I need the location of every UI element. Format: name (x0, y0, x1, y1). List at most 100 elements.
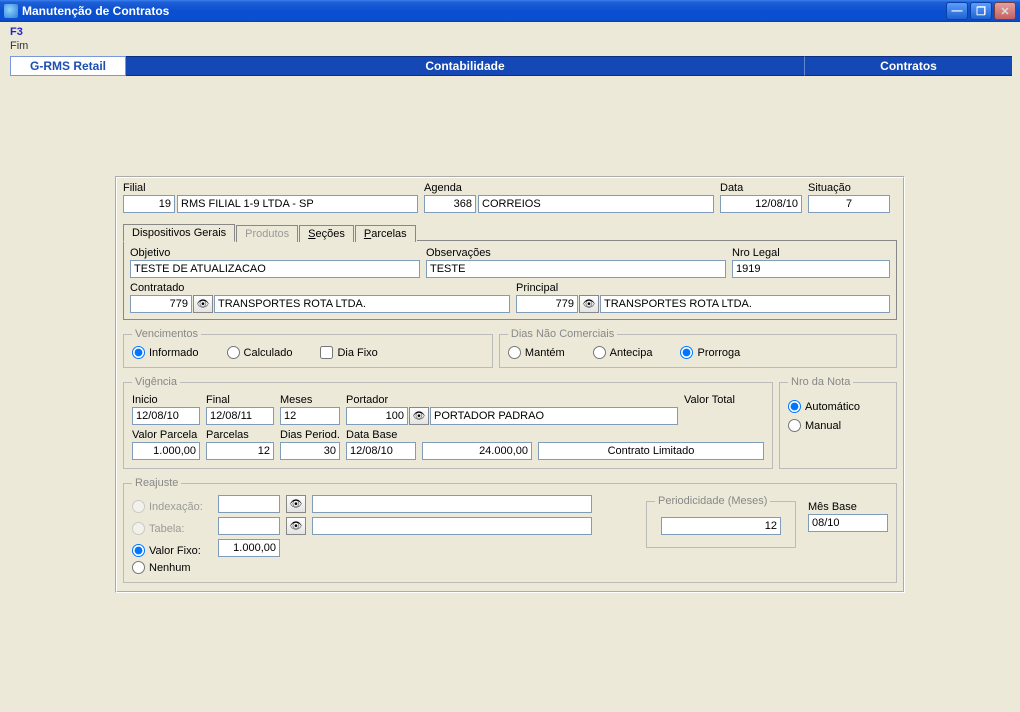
vigencia-legend: Vigência (132, 376, 180, 388)
contratado-lookup-button[interactable]: 👁 (193, 295, 213, 313)
vencimentos-group: Vencimentos Informado Calculado Dia Fixo (123, 328, 493, 368)
radio-tabela[interactable]: Tabela: (132, 522, 212, 535)
vencimentos-legend: Vencimentos (132, 328, 201, 340)
contratado-num[interactable] (130, 295, 192, 313)
nrolegal-label: Nro Legal (732, 247, 890, 259)
app-icon (4, 4, 18, 18)
diasperiod-field[interactable] (280, 442, 340, 460)
agenda-label: Agenda (424, 182, 714, 194)
radio-informado[interactable]: Informado (132, 346, 199, 359)
check-diafixo[interactable]: Dia Fixo (320, 346, 377, 359)
binoculars-icon: 👁 (290, 521, 303, 532)
radio-antecipa[interactable]: Antecipa (593, 346, 653, 359)
reajuste-group: Reajuste Indexação: 👁 Tabela: 👁 Valor Fi… (123, 477, 897, 583)
tab-dispositivos-gerais[interactable]: Dispositivos Gerais (123, 224, 235, 242)
contrato-limitado-field[interactable] (538, 442, 764, 460)
dias-nao-comerciais-group: Dias Não Comerciais Mantém Antecipa Pror… (499, 328, 897, 368)
ribbon-module: Contabilidade (126, 56, 804, 76)
meses-label: Meses (280, 394, 340, 406)
final-field[interactable] (206, 407, 274, 425)
data-field[interactable] (720, 195, 802, 213)
tabela-num[interactable] (218, 517, 280, 535)
valortotal-label: Valor Total (684, 394, 764, 406)
agenda-num[interactable] (424, 195, 476, 213)
indexacao-lookup-button[interactable]: 👁 (286, 495, 306, 513)
objetivo-field[interactable] (130, 260, 420, 278)
principal-label: Principal (516, 282, 890, 294)
tabela-lookup-button[interactable]: 👁 (286, 517, 306, 535)
database-field[interactable] (346, 442, 416, 460)
window-titlebar: Manutenção de Contratos — ❐ ✕ (0, 0, 1020, 22)
principal-num[interactable] (516, 295, 578, 313)
portador-nome[interactable] (430, 407, 678, 425)
menu-bar: F3 Fim G-RMS Retail Contabilidade Contra… (0, 22, 1020, 76)
form-container: Filial Agenda Data Situação Dispositivos… (115, 176, 905, 593)
situacao-field[interactable] (808, 195, 890, 213)
radio-automatico[interactable]: Automático (788, 400, 888, 413)
close-button[interactable]: ✕ (994, 2, 1016, 20)
radio-prorroga[interactable]: Prorroga (680, 346, 740, 359)
meses-field[interactable] (280, 407, 340, 425)
principal-lookup-button[interactable]: 👁 (579, 295, 599, 313)
radio-indexacao[interactable]: Indexação: (132, 500, 212, 513)
tab-secoes[interactable]: Seções (299, 225, 354, 242)
window-title: Manutenção de Contratos (22, 4, 946, 18)
filial-nome[interactable] (177, 195, 418, 213)
mesbase-label: Mês Base (808, 501, 888, 513)
ribbon-section: Contratos (804, 56, 1012, 76)
portador-lookup-button[interactable]: 👁 (409, 407, 429, 425)
binoculars-icon: 👁 (197, 299, 210, 310)
binoculars-icon: 👁 (583, 299, 596, 310)
radio-mantem[interactable]: Mantém (508, 346, 565, 359)
dias-legend: Dias Não Comerciais (508, 328, 617, 340)
tab-strip: Dispositivos Gerais Produtos Seções Parc… (123, 223, 897, 241)
valorparcela-field[interactable] (132, 442, 200, 460)
observacoes-field[interactable] (426, 260, 726, 278)
tab-parcelas[interactable]: Parcelas (355, 225, 416, 242)
inicio-field[interactable] (132, 407, 200, 425)
portador-num[interactable] (346, 407, 408, 425)
agenda-nome[interactable] (478, 195, 714, 213)
objetivo-label: Objetivo (130, 247, 420, 259)
minimize-button[interactable]: — (946, 2, 968, 20)
radio-calculado[interactable]: Calculado (227, 346, 293, 359)
binoculars-icon: 👁 (290, 499, 303, 510)
periodicidade-group: Periodicidade (Meses) (646, 495, 796, 548)
parcelas-label: Parcelas (206, 429, 274, 441)
situacao-label: Situação (808, 182, 890, 194)
contratado-nome[interactable] (214, 295, 510, 313)
inicio-label: Inicio (132, 394, 200, 406)
filial-label: Filial (123, 182, 418, 194)
indexacao-desc[interactable] (312, 495, 592, 513)
valorfixo-field[interactable] (218, 539, 280, 557)
tabela-desc[interactable] (312, 517, 592, 535)
mesbase-field[interactable] (808, 514, 888, 532)
database-label: Data Base (346, 429, 416, 441)
nronota-group: Nro da Nota Automático Manual (779, 376, 897, 469)
reajuste-legend: Reajuste (132, 477, 181, 489)
valortotal-field[interactable] (422, 442, 532, 460)
final-label: Final (206, 394, 274, 406)
menu-fim[interactable]: Fim (10, 40, 36, 52)
principal-nome[interactable] (600, 295, 890, 313)
binoculars-icon: 👁 (413, 411, 426, 422)
radio-manual[interactable]: Manual (788, 419, 888, 432)
vigencia-group: Vigência Inicio Final Meses Portador 👁 V… (123, 376, 773, 469)
valorparcela-label: Valor Parcela (132, 429, 200, 441)
diasperiod-label: Dias Period. (280, 429, 340, 441)
observacoes-label: Observações (426, 247, 726, 259)
ribbon-bar: G-RMS Retail Contabilidade Contratos (10, 56, 1012, 76)
tab-produtos[interactable]: Produtos (236, 225, 298, 242)
filial-num[interactable] (123, 195, 175, 213)
menu-f3[interactable]: F3 (10, 26, 30, 38)
tab-body: Objetivo Observações Nro Legal Contratad… (123, 241, 897, 320)
nrolegal-field[interactable] (732, 260, 890, 278)
indexacao-num[interactable] (218, 495, 280, 513)
contratado-label: Contratado (130, 282, 510, 294)
maximize-button[interactable]: ❐ (970, 2, 992, 20)
radio-valorfixo[interactable]: Valor Fixo: (132, 544, 212, 557)
parcelas-field[interactable] (206, 442, 274, 460)
radio-nenhum[interactable]: Nenhum (132, 561, 212, 574)
periodicidade-field[interactable] (661, 517, 781, 535)
nronota-legend: Nro da Nota (788, 376, 853, 388)
